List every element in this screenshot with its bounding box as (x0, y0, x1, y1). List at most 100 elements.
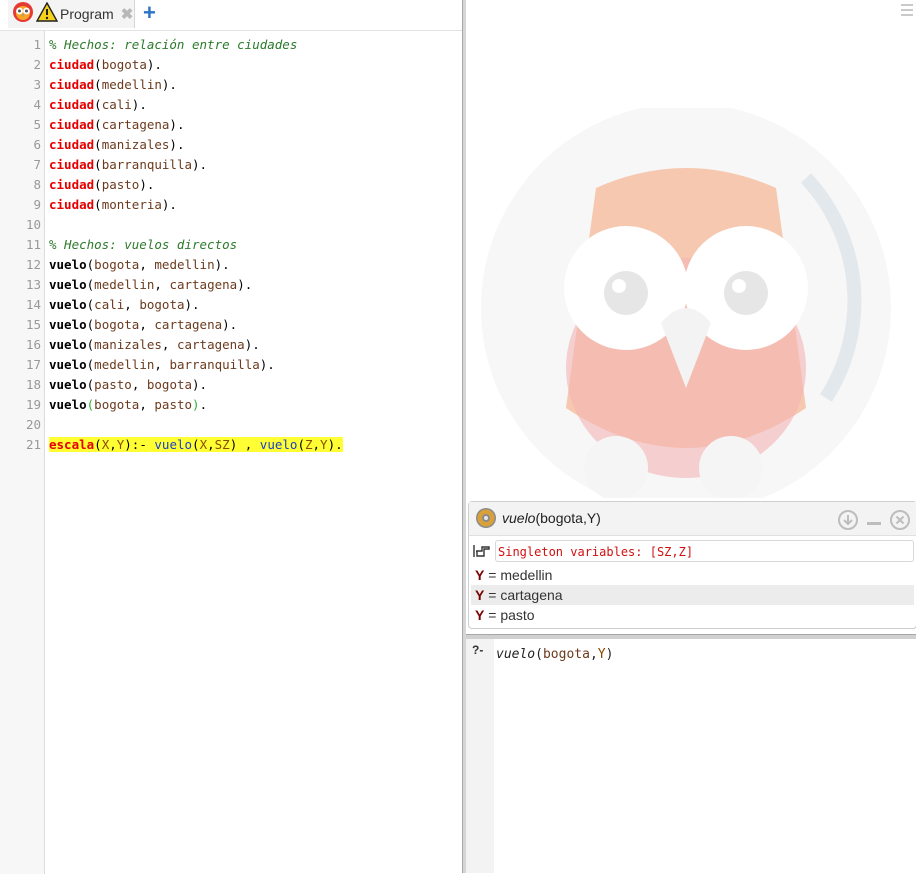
code-token: escala (49, 437, 95, 452)
code-token: cartagena (101, 117, 170, 132)
code-editor[interactable]: 1 2 3 4 5 6 7 8 9 10 11 12 13 14 15 16 17 18 19 20 21 % Hech… (0, 30, 462, 874)
code-token: vuelo (259, 437, 298, 452)
line-number: 14 (25, 297, 41, 312)
line-number: 9 (33, 197, 41, 212)
tab-label: Program (60, 6, 114, 22)
answer-pane: vuelo(bogota,Y) Singleton variables: [SZ… (468, 501, 916, 629)
code-token: ciudad (49, 157, 95, 172)
code-line: ciudad(manizales). (49, 135, 184, 155)
code-token: pasto (154, 397, 193, 412)
code-line: vuelo(medellin, barranquilla). (49, 355, 275, 375)
code-token: monteria (101, 197, 162, 212)
code-token: X (199, 437, 208, 452)
code-token: ciudad (49, 57, 95, 72)
line-number: 5 (33, 117, 41, 132)
line-number: 21 (25, 437, 41, 452)
code-token: , (161, 337, 177, 352)
code-line: ciudad(medellin). (49, 75, 177, 95)
gear-icon[interactable] (475, 507, 497, 534)
solution-row[interactable]: Y = medellin (471, 565, 914, 585)
code-token: ( (94, 437, 102, 452)
code-token: vuelo (49, 277, 87, 292)
download-icon[interactable] (838, 510, 858, 535)
code-token: cartagena (176, 337, 245, 352)
code-token: ). (139, 177, 155, 192)
query-functor: vuelo (502, 510, 536, 526)
code-token: barranquilla (169, 357, 260, 372)
prompt-label: ?- (472, 643, 484, 657)
answer-header: vuelo(bogota,Y) (469, 502, 916, 536)
code-token: ). (259, 357, 275, 372)
code-token: ( (94, 197, 102, 212)
code-token: ( (192, 437, 200, 452)
line-number: 6 (33, 137, 41, 152)
solution-variable: Y (475, 567, 485, 583)
menu-icon[interactable] (900, 2, 914, 23)
swish-owl-watermark (476, 103, 896, 513)
code-token: , (109, 437, 117, 452)
code-line: vuelo(manizales, cartagena). (49, 335, 260, 355)
code-token: % Hechos: relación entre ciudades (49, 37, 298, 52)
line-number: 18 (25, 377, 41, 392)
close-circle-icon[interactable] (890, 510, 910, 535)
code-token: ciudad (49, 97, 95, 112)
code-token: ). (237, 277, 253, 292)
code-token: pasto (101, 177, 140, 192)
query-args: (bogota,Y) (535, 510, 601, 526)
code-line: vuelo(bogota, medellin). (49, 255, 230, 275)
minimize-icon[interactable] (866, 510, 882, 535)
line-number: 13 (25, 277, 41, 292)
hand-pointer-icon[interactable] (473, 543, 491, 564)
code-token: , (139, 257, 155, 272)
code-token: ). (131, 97, 147, 112)
code-token: vuelo (49, 297, 87, 312)
tab-bar: Program ✖ + (0, 0, 462, 28)
code-token: ( (94, 97, 102, 112)
code-token: vuelo (49, 257, 87, 272)
line-number: 11 (25, 237, 41, 252)
line-number: 19 (25, 397, 41, 412)
code-token: ) , (229, 437, 260, 452)
tab-program[interactable]: Program ✖ (8, 0, 135, 28)
solution-row[interactable]: Y = cartagena (471, 585, 914, 605)
code-line: % Hechos: relación entre ciudades (49, 35, 297, 55)
code-token: vuelo (49, 357, 87, 372)
query-input-comma: , (589, 647, 598, 662)
code-line: vuelo(bogota, pasto). (49, 395, 207, 415)
close-icon[interactable]: ✖ (121, 7, 134, 22)
code-token: SZ (214, 437, 230, 452)
query-input[interactable]: vuelo(bogota,Y) (496, 647, 613, 662)
code-token: ciudad (49, 197, 95, 212)
code-token: vuelo (49, 317, 87, 332)
line-number: 8 (33, 177, 41, 192)
line-number: 15 (25, 317, 41, 332)
code-token: bogota (94, 317, 140, 332)
query-input-close: ) (605, 647, 614, 662)
code-token: ). (214, 257, 230, 272)
solution-equals: = (484, 587, 501, 603)
code-token: cartagena (169, 277, 238, 292)
code-token: ). (222, 317, 238, 332)
query-input-area: ?- vuelo(bogota,Y) (466, 639, 916, 873)
plus-icon[interactable]: + (143, 2, 156, 24)
code-token: medellin (94, 357, 155, 372)
code-token: ). (169, 117, 185, 132)
code-token: ). (169, 137, 185, 152)
code-line: vuelo(cali, bogota). (49, 295, 200, 315)
line-number: 7 (33, 157, 41, 172)
code-token: cali (94, 297, 125, 312)
solution-equals: = (484, 567, 501, 583)
line-number: 12 (25, 257, 41, 272)
solution-row[interactable]: Y = pasto (471, 605, 914, 625)
code-line: escala(X,Y):- vuelo(X,SZ) , vuelo(Z,Y). (49, 435, 343, 455)
line-number-gutter: 1 2 3 4 5 6 7 8 9 10 11 12 13 14 15 16 17 18 19 20 21 (0, 31, 45, 874)
warning-line: Singleton variables: [SZ,Z] (473, 540, 914, 564)
code-line: vuelo(pasto, bogota). (49, 375, 207, 395)
code-token: ciudad (49, 177, 95, 192)
query-input-functor: vuelo (496, 647, 536, 662)
code-token: cartagena (154, 317, 223, 332)
code-token: ). (161, 197, 177, 212)
code-token: , (154, 277, 170, 292)
code-token: vuelo (49, 377, 87, 392)
solution-variable: Y (475, 607, 485, 623)
